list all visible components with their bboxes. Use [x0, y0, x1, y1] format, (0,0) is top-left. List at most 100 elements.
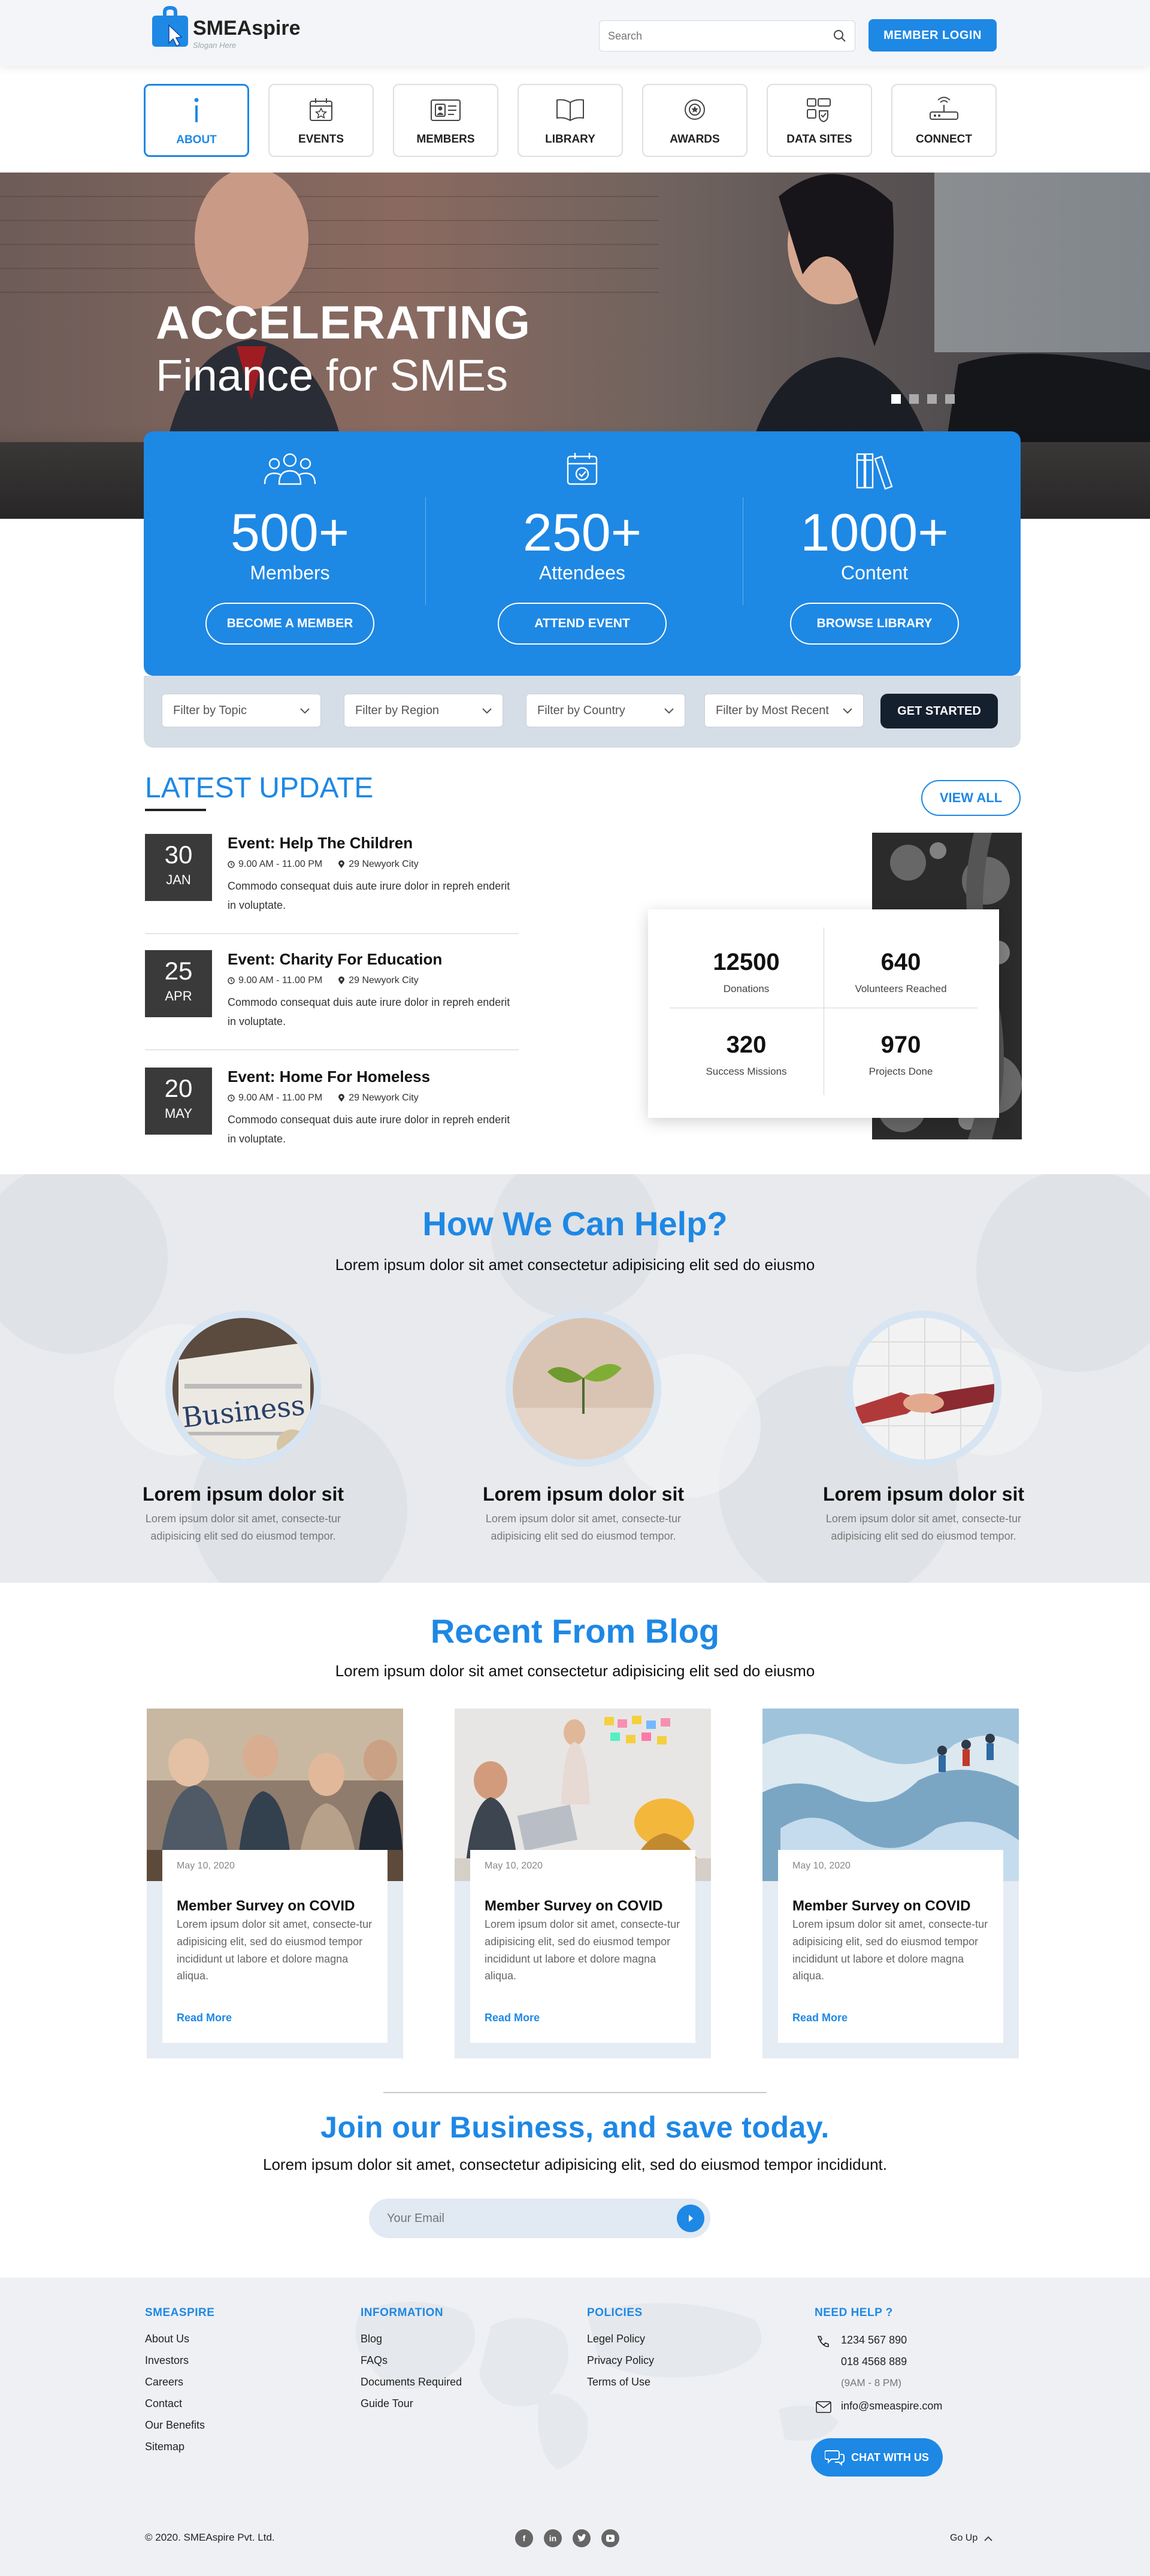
clock-icon	[228, 861, 235, 868]
newspaper-business-image: Business	[172, 1318, 314, 1459]
stat-members-value: 500+	[230, 503, 350, 562]
phone-number-1[interactable]: 1234 567 890	[841, 2334, 907, 2347]
footer-link[interactable]: About Us	[145, 2333, 189, 2345]
chat-with-us-button[interactable]: CHAT WITH US	[811, 2438, 943, 2477]
filter-topic-label: Filter by Topic	[173, 703, 247, 717]
chat-icon	[825, 2450, 845, 2466]
map-pin-icon	[338, 976, 345, 984]
footer-link[interactable]: Terms of Use	[587, 2376, 650, 2388]
footer-col-information: INFORMATION Blog FAQs Documents Required…	[361, 2306, 462, 2414]
footer-link[interactable]: Legel Policy	[587, 2333, 645, 2345]
footer-heading: NEED HELP ?	[815, 2306, 893, 2319]
filter-topic-select[interactable]: Filter by Topic	[162, 694, 321, 727]
nav-tile-events[interactable]: EVENTS	[268, 84, 374, 157]
attend-event-button[interactable]: ATTEND EVENT	[498, 603, 667, 645]
footer-link[interactable]: Documents Required	[361, 2376, 462, 2388]
browse-library-button[interactable]: BROWSE LIBRARY	[790, 603, 959, 645]
go-up-link[interactable]: Go Up	[950, 2533, 993, 2544]
nav-tile-members[interactable]: MEMBERS	[393, 84, 498, 157]
chevron-down-icon	[664, 708, 674, 714]
filter-recent-select[interactable]: Filter by Most Recent	[704, 694, 864, 727]
footer-link[interactable]: Privacy Policy	[587, 2354, 654, 2366]
footer-link[interactable]: Careers	[145, 2376, 183, 2388]
youtube-icon[interactable]	[601, 2529, 619, 2547]
nav-tile-data-sites[interactable]: DATA SITES	[767, 84, 872, 157]
footer-link[interactable]: Investors	[145, 2354, 189, 2366]
help-item-title: Lorem ipsum dolor sit	[822, 1483, 1025, 1505]
slider-dot-4[interactable]	[945, 394, 955, 404]
nav-label-awards: AWARDS	[670, 133, 720, 146]
linkedin-icon[interactable]: in	[544, 2529, 562, 2547]
id-card-icon	[431, 99, 461, 121]
filter-region-select[interactable]: Filter by Region	[344, 694, 503, 727]
filter-country-select[interactable]: Filter by Country	[526, 694, 685, 727]
search-input[interactable]	[608, 29, 833, 43]
brand-name: SMEAspire	[193, 17, 301, 40]
help-item[interactable]: Lorem ipsum dolor sit Lorem ipsum dolor …	[816, 1311, 1031, 1545]
nav-tile-awards[interactable]: AWARDS	[642, 84, 748, 157]
blog-card[interactable]: May 10, 2020 Member Survey on COVID Lore…	[455, 1709, 711, 2058]
event-title[interactable]: Event: Charity For Education	[228, 950, 442, 969]
footer-link[interactable]: Sitemap	[145, 2441, 184, 2453]
footer-link[interactable]: Blog	[361, 2333, 382, 2345]
read-more-link[interactable]: Read More	[177, 2012, 232, 2024]
briefcase-logo-icon	[152, 6, 188, 47]
help-section: How We Can Help? Lorem ipsum dolor sit a…	[0, 1174, 1150, 1583]
mail-icon	[816, 2401, 831, 2413]
blog-card[interactable]: May 10, 2020 Member Survey on COVID Lore…	[762, 1709, 1019, 2058]
slider-dot-2[interactable]	[909, 394, 919, 404]
nav-tile-connect[interactable]: CONNECT	[891, 84, 997, 157]
counters-card: 12500 Donations 640 Volunteers Reached 320…	[648, 909, 999, 1118]
footer-link[interactable]: Our Benefits	[145, 2419, 205, 2431]
slider-dot-1[interactable]	[891, 394, 901, 404]
event-item[interactable]: 20 MAY Event: Home For Homeless 9.00 AM -…	[145, 1068, 519, 1168]
read-more-link[interactable]: Read More	[792, 2012, 848, 2024]
event-title[interactable]: Event: Home For Homeless	[228, 1068, 430, 1086]
phone-number-2[interactable]: 018 4568 889	[841, 2356, 907, 2368]
footer-link[interactable]: FAQs	[361, 2354, 388, 2366]
search-icon[interactable]	[833, 29, 846, 43]
view-all-button[interactable]: VIEW ALL	[921, 780, 1021, 816]
read-more-link[interactable]: Read More	[485, 2012, 540, 2024]
site-header: SMEAspire Slogan Here MEMBER LOGIN	[0, 0, 1150, 66]
event-item[interactable]: 30 JAN Event: Help The Children 9.00 AM -…	[145, 834, 519, 935]
site-footer: SMEASPIRE About Us Investors Careers Con…	[0, 2278, 1150, 2576]
counter-missions: 320 Success Missions	[706, 1032, 787, 1077]
subscribe-button[interactable]	[677, 2205, 704, 2232]
stats-panel: 500+ Members BECOME A MEMBER 250+ Attend…	[144, 431, 1021, 676]
copyright: © 2020. SMEAspire Pvt. Ltd.	[145, 2532, 275, 2543]
chevron-up-icon	[984, 2536, 992, 2541]
get-started-button[interactable]: GET STARTED	[880, 694, 998, 728]
logo[interactable]: SMEAspire Slogan Here	[151, 4, 301, 52]
chat-label: CHAT WITH US	[851, 2451, 929, 2463]
event-title[interactable]: Event: Help The Children	[228, 834, 413, 852]
facebook-icon[interactable]: f	[515, 2529, 533, 2547]
data-sites-icon	[807, 98, 831, 123]
nav-tile-library[interactable]: LIBRARY	[518, 84, 623, 157]
footer-link[interactable]: Guide Tour	[361, 2397, 413, 2409]
blog-post-title[interactable]: Member Survey on COVID	[485, 1898, 681, 1915]
event-item[interactable]: 25 APR Event: Charity For Education 9.00 …	[145, 950, 519, 1051]
blog-post-title[interactable]: Member Survey on COVID	[177, 1898, 373, 1915]
brand-tagline: Slogan Here	[193, 41, 237, 50]
blog-title: Recent From Blog	[430, 1612, 720, 1650]
clock-icon	[228, 977, 235, 984]
blog-post-title[interactable]: Member Survey on COVID	[792, 1898, 989, 1915]
slider-dot-3[interactable]	[927, 394, 937, 404]
nav-label-connect: CONNECT	[916, 133, 972, 146]
support-email[interactable]: info@smeaspire.com	[841, 2400, 942, 2412]
blog-excerpt: Lorem ipsum dolor sit amet, consecte-tur…	[485, 1918, 680, 1982]
footer-link[interactable]: Contact	[145, 2397, 182, 2409]
become-member-button[interactable]: BECOME A MEMBER	[205, 603, 374, 645]
member-login-button[interactable]: MEMBER LOGIN	[868, 19, 997, 52]
event-date: 20 MAY	[145, 1068, 212, 1135]
twitter-icon[interactable]	[573, 2529, 591, 2547]
email-input[interactable]	[387, 2211, 677, 2226]
medal-icon	[685, 99, 705, 120]
blog-card[interactable]: May 10, 2020 Member Survey on COVID Lore…	[147, 1709, 403, 2058]
nav-tile-about[interactable]: ABOUT	[144, 84, 249, 157]
help-item-title: Lorem ipsum dolor sit	[482, 1483, 685, 1505]
newsletter-form	[369, 2199, 710, 2238]
help-item[interactable]: Lorem ipsum dolor sit Lorem ipsum dolor …	[476, 1311, 691, 1545]
help-item[interactable]: Business Lorem ipsum dolor sit Lorem ips…	[135, 1311, 351, 1545]
